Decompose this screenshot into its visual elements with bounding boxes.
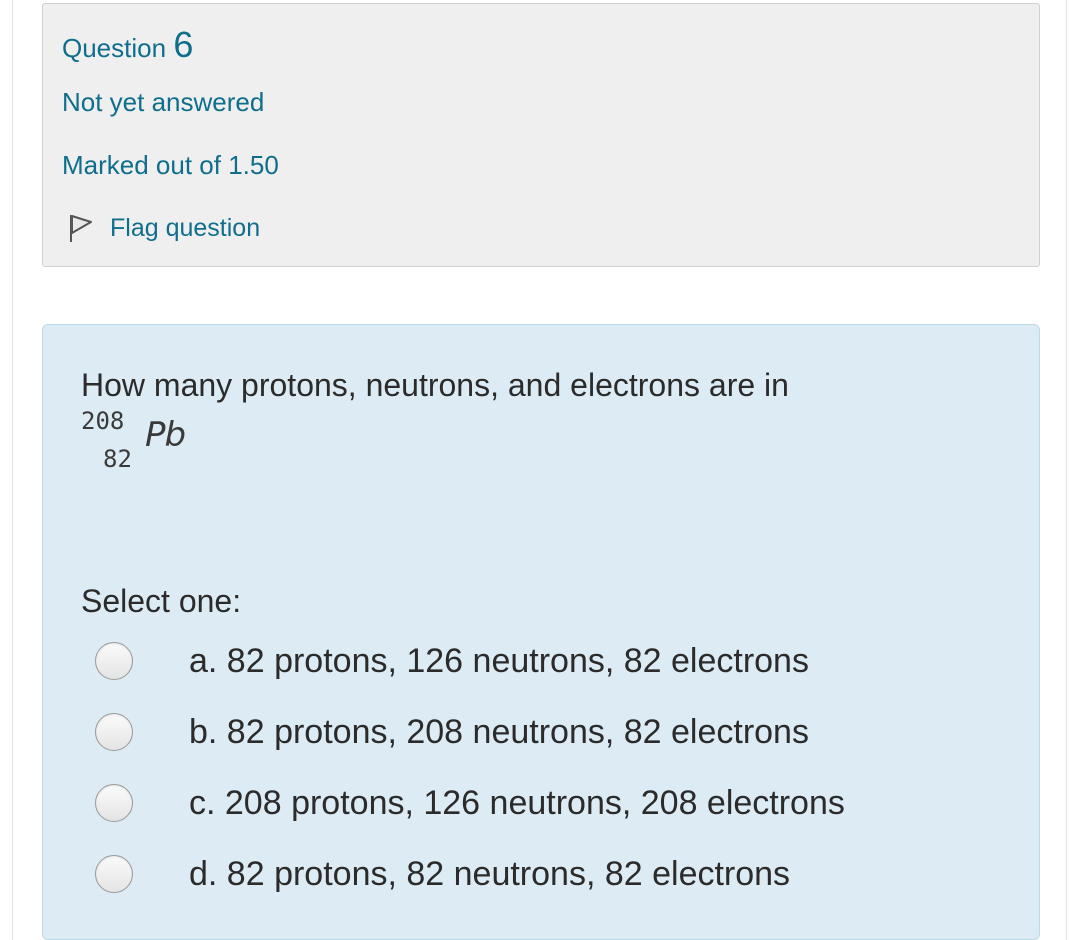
answer-option-b[interactable]: b. 82 protons, 208 neutrons, 82 electron… — [95, 707, 955, 757]
page-border-left — [12, 0, 13, 940]
select-prompt: Select one: — [81, 583, 242, 619]
answer-label[interactable]: b. 82 protons, 208 neutrons, 82 electron… — [189, 713, 809, 752]
question-text: How many protons, neutrons, and electron… — [81, 367, 789, 403]
question-content-panel: How many protons, neutrons, and electron… — [42, 324, 1040, 940]
question-number: 6 — [173, 24, 194, 65]
atomic-number: 82 — [103, 445, 132, 473]
answer-option-c[interactable]: c. 208 protons, 126 neutrons, 208 electr… — [95, 778, 955, 828]
answer-option-d[interactable]: d. 82 protons, 82 neutrons, 82 electrons — [95, 849, 955, 899]
radio-button[interactable] — [95, 855, 133, 893]
flag-question-button[interactable]: Flag question — [62, 210, 260, 246]
question-prefix: Question — [62, 33, 167, 63]
radio-button[interactable] — [95, 784, 133, 822]
answer-label[interactable]: c. 208 protons, 126 neutrons, 208 electr… — [189, 784, 845, 823]
answer-label[interactable]: d. 82 protons, 82 neutrons, 82 electrons — [189, 855, 790, 894]
question-grade: Marked out of 1.50 — [62, 150, 279, 180]
flag-question-label: Flag question — [110, 213, 261, 242]
question-state: Not yet answered — [62, 87, 265, 117]
answer-option-a[interactable]: a. 82 protons, 126 neutrons, 82 electron… — [95, 636, 955, 686]
question-info-panel: Question 6 Not yet answered Marked out o… — [42, 3, 1040, 267]
flag-icon — [70, 215, 92, 242]
answer-label[interactable]: a. 82 protons, 126 neutrons, 82 electron… — [189, 642, 809, 681]
radio-button[interactable] — [95, 642, 133, 680]
page-border-right — [1066, 0, 1067, 940]
question-heading: Question 6 — [62, 24, 193, 66]
mass-number: 208 — [81, 407, 125, 435]
element-symbol: Pb — [145, 415, 186, 455]
radio-button[interactable] — [95, 713, 133, 751]
isotope-formula: 208 82 Pb — [81, 405, 221, 475]
